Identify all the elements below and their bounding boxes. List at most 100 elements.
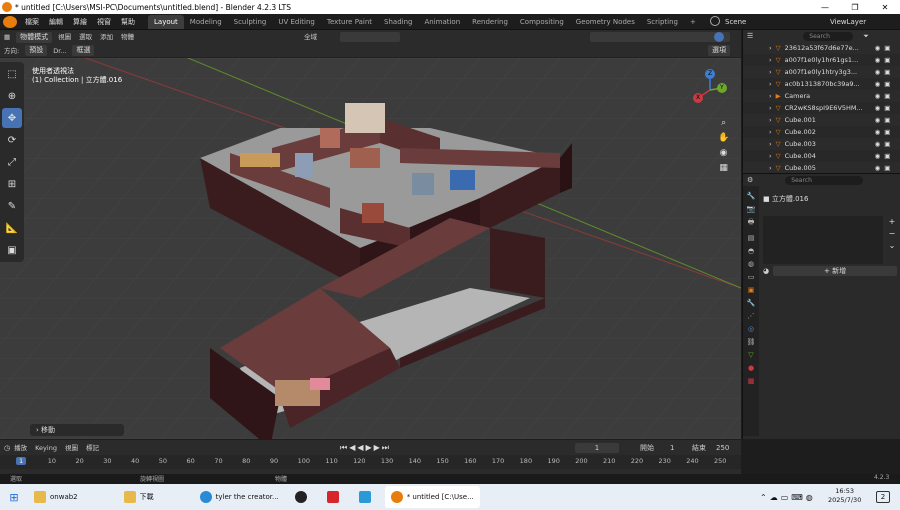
constraints-tab-icon[interactable]: ⛓ — [747, 338, 756, 346]
taskbar-blender[interactable]: * untitled [C:\Use... — [384, 486, 480, 508]
orientation-dropdown[interactable]: 預設 — [25, 45, 48, 56]
object-tab-icon[interactable]: ▣ — [748, 286, 755, 294]
keying-menu[interactable]: Keying — [31, 441, 61, 455]
menu-object[interactable]: 物體 — [117, 30, 138, 44]
outliner-row[interactable]: › ▽ ac0b1313870bc39a9... ◉ ▣ — [743, 78, 900, 90]
playback-controls[interactable]: ⏮◀◀▶▶⏭ — [340, 443, 391, 453]
drag-dropdown[interactable]: 框選 — [72, 45, 95, 56]
expand-arrow-icon[interactable]: › — [769, 56, 772, 64]
render-camera-icon[interactable]: ▣ — [884, 104, 890, 112]
outliner-row[interactable]: › ▶ Camera ◉ ▣ — [743, 90, 900, 102]
taskbar-app[interactable] — [353, 486, 381, 508]
menu-render[interactable]: 算繪 — [68, 14, 92, 30]
outliner-row[interactable]: › ▽ CR2wKS8spI9E6V5HM... ◉ ▣ — [743, 102, 900, 114]
clock[interactable]: 16:53 2025/7/30 — [828, 487, 861, 505]
outliner-row[interactable]: › ▽ Cube.003 ◉ ▣ — [743, 138, 900, 150]
render-camera-icon[interactable]: ▣ — [884, 68, 890, 76]
material-browse-icon[interactable]: ◕ — [763, 267, 769, 275]
render-camera-icon[interactable]: ▣ — [884, 116, 890, 124]
outliner-row[interactable]: › ▽ 23612a53f67d6e77e... ◉ ▣ — [743, 42, 900, 54]
render-camera-icon[interactable]: ▣ — [884, 164, 890, 172]
tab-sculpting[interactable]: Sculpting — [228, 15, 273, 29]
render-tab-icon[interactable]: 📷 — [747, 205, 756, 213]
last-operator-panel[interactable]: › 移動 — [30, 424, 124, 436]
physics-tab-icon[interactable]: ◎ — [748, 325, 754, 333]
taskbar-wps[interactable] — [321, 486, 349, 508]
taskbar-downloads[interactable]: 下載 — [118, 486, 160, 508]
timeline-view-menu[interactable]: 視圖 — [61, 441, 82, 455]
outliner-row[interactable]: › ▽ Cube.002 ◉ ▣ — [743, 126, 900, 138]
move-icon[interactable]: ✥ — [2, 108, 22, 128]
tab-animation[interactable]: Animation — [418, 15, 466, 29]
rotate-icon[interactable]: ⟳ — [2, 130, 22, 150]
notification-badge[interactable]: 2 — [876, 491, 890, 503]
menu-add[interactable]: 添加 — [96, 30, 117, 44]
start-icon[interactable]: ⊞ — [4, 491, 24, 504]
world-tab-icon[interactable]: ◍ — [748, 260, 754, 268]
render-camera-icon[interactable]: ▣ — [884, 80, 890, 88]
collection-tab-icon[interactable]: ▭ — [748, 273, 755, 281]
properties-search-input[interactable]: Search — [785, 175, 864, 185]
visibility-eye-icon[interactable]: ◉ — [875, 128, 881, 136]
playback-menu[interactable]: 播放 — [10, 441, 31, 455]
data-tab-icon[interactable]: ▽ — [748, 351, 753, 359]
view-layer-tab-icon[interactable]: ▤ — [748, 234, 755, 242]
ortho-grid-icon[interactable]: ▦ — [718, 161, 729, 176]
visibility-eye-icon[interactable]: ◉ — [875, 44, 881, 52]
filter-icon[interactable]: ⏷ — [863, 32, 869, 41]
editor-type-icon[interactable]: ▦ — [0, 30, 14, 44]
outliner-search-input[interactable]: Search — [803, 31, 854, 41]
tab-shading[interactable]: Shading — [378, 15, 418, 29]
add-workspace-button[interactable]: + — [684, 15, 702, 29]
expand-arrow-icon[interactable]: › — [769, 164, 772, 172]
scene-selector[interactable]: Scene — [725, 14, 746, 30]
material-slot-list[interactable] — [763, 216, 883, 264]
menu-help[interactable]: 幫助 — [116, 14, 140, 30]
render-camera-icon[interactable]: ▣ — [884, 92, 890, 100]
solid-shading-icon[interactable] — [714, 32, 724, 42]
expand-arrow-icon[interactable]: › — [769, 92, 772, 100]
modifier-tab-icon[interactable]: 🔧 — [747, 299, 756, 307]
tab-texture-paint[interactable]: Texture Paint — [321, 15, 378, 29]
new-material-button[interactable]: + 新增 — [773, 266, 897, 276]
viewport-shading-controls[interactable] — [590, 32, 730, 42]
maximize-button[interactable]: ❐ — [840, 0, 870, 14]
menu-file[interactable]: 檔案 — [20, 14, 44, 30]
transform-icon[interactable]: ⊞ — [2, 174, 22, 194]
navigation-gizmo[interactable]: Z X Y — [690, 68, 730, 108]
render-camera-icon[interactable]: ▣ — [884, 140, 890, 148]
frame-ruler[interactable]: 1 10 20 30 40 50 60 70 80 90 100 110 120 130 140 150 160… — [0, 455, 741, 469]
taskbar-onwab2[interactable]: onwab2 — [28, 486, 84, 508]
render-camera-icon[interactable]: ▣ — [884, 152, 890, 160]
visibility-eye-icon[interactable]: ◉ — [875, 104, 881, 112]
expand-arrow-icon[interactable]: › — [769, 104, 772, 112]
expand-arrow-icon[interactable]: › — [769, 80, 772, 88]
scene-tab-icon[interactable]: ◓ — [748, 247, 754, 255]
expand-arrow-icon[interactable]: › — [769, 152, 772, 160]
outliner-row[interactable]: › ▽ a007f1e0ly1htry3g3... ◉ ▣ — [743, 66, 900, 78]
snapping-controls[interactable] — [340, 32, 400, 42]
visibility-eye-icon[interactable]: ◉ — [875, 164, 881, 172]
tray-icons[interactable]: ⌃☁▭⌨◍ — [760, 493, 816, 502]
visibility-eye-icon[interactable]: ◉ — [875, 80, 881, 88]
remove-slot-button[interactable]: − — [887, 228, 897, 240]
outliner-row[interactable]: › ▽ Cube.004 ◉ ▣ — [743, 150, 900, 162]
scale-icon[interactable]: ⤢ — [2, 152, 22, 172]
taskbar-qq[interactable] — [289, 486, 317, 508]
menu-window[interactable]: 視窗 — [92, 14, 116, 30]
visibility-eye-icon[interactable]: ◉ — [875, 68, 881, 76]
material-tab-icon[interactable]: ● — [748, 364, 754, 372]
close-button[interactable]: ✕ — [870, 0, 900, 14]
expand-arrow-icon[interactable]: › — [769, 128, 772, 136]
tab-uv-editing[interactable]: UV Editing — [272, 15, 321, 29]
render-camera-icon[interactable]: ▣ — [884, 128, 890, 136]
expand-arrow-icon[interactable]: › — [769, 140, 772, 148]
add-cube-icon[interactable]: ▣ — [2, 240, 22, 260]
texture-tab-icon[interactable]: ▩ — [748, 377, 755, 385]
blender-menu-icon[interactable] — [3, 15, 17, 28]
annotate-icon[interactable]: ✎ — [2, 196, 22, 216]
select-box-icon[interactable]: ⬚ — [2, 64, 22, 84]
expand-arrow-icon[interactable]: › — [769, 44, 772, 52]
tab-rendering[interactable]: Rendering — [466, 15, 514, 29]
mode-selector[interactable]: 物體模式 — [16, 31, 53, 43]
